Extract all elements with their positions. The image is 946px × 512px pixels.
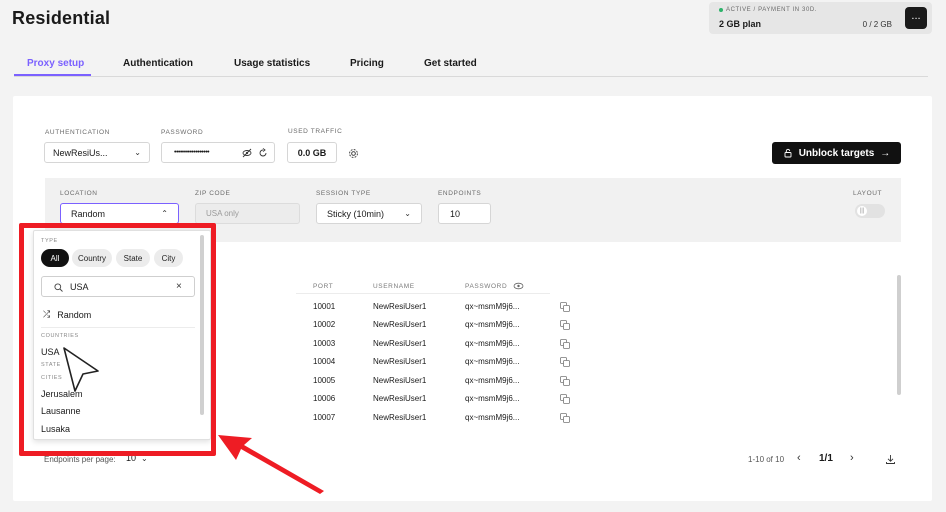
- unblock-targets-button[interactable]: Unblock targets →: [772, 142, 901, 164]
- page-indicator: 1/1: [819, 453, 833, 464]
- username-cell: NewResiUser1: [373, 394, 427, 403]
- used-traffic-value: 0.0 GB: [287, 142, 337, 163]
- unblock-targets-label: Unblock targets: [798, 147, 875, 159]
- copy-icon[interactable]: [560, 302, 570, 312]
- username-cell: NewResiUser1: [373, 413, 427, 422]
- password-cell: qx~msmM9j6...: [465, 339, 520, 348]
- location-label: LOCATION: [60, 190, 98, 197]
- layout-toggle[interactable]: |||: [855, 204, 885, 218]
- chevron-down-icon: ⌄: [134, 148, 141, 157]
- port-header: PORT: [313, 283, 334, 290]
- endpoints-label: ENDPOINTS: [438, 190, 482, 197]
- used-traffic-label: USED TRAFFIC: [288, 128, 343, 135]
- port-cell: 10002: [313, 320, 336, 329]
- session-type-label: SESSION TYPE: [316, 190, 371, 197]
- session-type-select[interactable]: Sticky (10min) ⌄: [316, 203, 422, 224]
- username-cell: NewResiUser1: [373, 320, 427, 329]
- eye-icon[interactable]: [513, 282, 524, 290]
- username-cell: NewResiUser1: [373, 357, 427, 366]
- table-row[interactable]: m 10005 NewResiUser1 qx~msmM9j6...: [200, 373, 600, 391]
- password-header: PASSWORD: [465, 283, 508, 290]
- username-cell: NewResiUser1: [373, 339, 427, 348]
- port-cell: 10005: [313, 376, 336, 385]
- port-cell: 10004: [313, 357, 336, 366]
- port-cell: 10001: [313, 302, 336, 311]
- password-cell: qx~msmM9j6...: [465, 357, 520, 366]
- table-header-divider: [296, 293, 550, 294]
- download-icon[interactable]: [885, 454, 896, 465]
- plan-usage: 0 / 2 GB: [862, 20, 892, 29]
- password-cell: qx~msmM9j6...: [465, 413, 520, 422]
- table-row[interactable]: m 10002 NewResiUser1 qx~msmM9j6...: [200, 317, 600, 335]
- plan-status: ACTIVE / PAYMENT IN 30D.: [719, 7, 817, 13]
- tab-authentication[interactable]: Authentication: [123, 58, 193, 69]
- session-type-value: Sticky (10min): [327, 208, 385, 219]
- port-cell: 10003: [313, 339, 336, 348]
- port-cell: 10007: [313, 413, 336, 422]
- table-body: m 10001 NewResiUser1 qx~msmM9j6... m 100…: [200, 299, 600, 434]
- copy-icon[interactable]: [560, 357, 570, 367]
- username-cell: NewResiUser1: [373, 376, 427, 385]
- password-cell: qx~msmM9j6...: [465, 376, 520, 385]
- password-cell: qx~msmM9j6...: [465, 394, 520, 403]
- table-row[interactable]: m 10003 NewResiUser1 qx~msmM9j6...: [200, 336, 600, 354]
- copy-icon[interactable]: [560, 376, 570, 386]
- page-title: Residential: [12, 8, 111, 28]
- password-value: ••••••••••••••••••: [174, 149, 210, 156]
- plan-status-text: ACTIVE / PAYMENT IN 30D.: [726, 7, 818, 13]
- active-tab-indicator: [14, 74, 91, 76]
- next-page-button[interactable]: ›: [850, 452, 854, 464]
- table-row[interactable]: m 10007 NewResiUser1 qx~msmM9j6...: [200, 410, 600, 428]
- copy-icon[interactable]: [560, 394, 570, 404]
- refresh-icon[interactable]: [258, 147, 268, 158]
- annotation-highlight-box: [19, 223, 216, 456]
- password-label: PASSWORD: [161, 129, 204, 136]
- layout-label: LAYOUT: [853, 190, 883, 197]
- table-row[interactable]: m 10006 NewResiUser1 qx~msmM9j6...: [200, 391, 600, 409]
- copy-icon[interactable]: [560, 339, 570, 349]
- lock-icon: [784, 148, 792, 158]
- password-cell: qx~msmM9j6...: [465, 320, 520, 329]
- chevron-down-icon: ⌄: [404, 209, 411, 218]
- arrow-right-icon: →: [880, 147, 891, 159]
- plan-name: 2 GB plan: [719, 19, 762, 29]
- table-row[interactable]: m 10001 NewResiUser1 qx~msmM9j6...: [200, 299, 600, 317]
- endpoints-input[interactable]: 10: [438, 203, 491, 224]
- table-scrollbar[interactable]: [897, 275, 901, 395]
- authentication-select[interactable]: NewResiUs... ⌄: [44, 142, 150, 163]
- location-select[interactable]: Random ⌃: [60, 203, 179, 224]
- table-row[interactable]: m 10004 NewResiUser1 qx~msmM9j6...: [200, 354, 600, 372]
- zip-code-input[interactable]: USA only: [195, 203, 300, 224]
- tab-get-started[interactable]: Get started: [424, 58, 477, 69]
- toggle-knob: |||: [857, 206, 867, 216]
- zip-code-label: ZIP CODE: [195, 190, 231, 197]
- authentication-label: AUTHENTICATION: [45, 129, 110, 136]
- port-cell: 10006: [313, 394, 336, 403]
- more-options-button[interactable]: ...: [905, 7, 927, 29]
- pagination-range: 1-10 of 10: [748, 455, 785, 464]
- status-dot-icon: [719, 8, 723, 12]
- gear-icon[interactable]: [348, 148, 359, 159]
- password-field[interactable]: ••••••••••••••••••: [161, 142, 275, 163]
- authentication-value: NewResiUs...: [53, 147, 108, 158]
- copy-icon[interactable]: [560, 413, 570, 423]
- location-value: Random: [71, 208, 106, 219]
- annotation-arrow-icon: [218, 435, 324, 494]
- previous-page-button[interactable]: ‹: [797, 452, 801, 464]
- tab-pricing[interactable]: Pricing: [350, 58, 384, 69]
- plan-card: ACTIVE / PAYMENT IN 30D. 2 GB plan 0 / 2…: [709, 2, 932, 34]
- endpoints-per-page-label: Endpoints per page:: [44, 455, 116, 464]
- tab-proxy-setup[interactable]: Proxy setup: [27, 58, 84, 69]
- password-cell: qx~msmM9j6...: [465, 302, 520, 311]
- copy-icon[interactable]: [560, 320, 570, 330]
- eye-off-icon[interactable]: [242, 148, 252, 158]
- username-cell: NewResiUser1: [373, 302, 427, 311]
- chevron-up-icon: ⌃: [161, 209, 168, 218]
- username-header: USERNAME: [373, 283, 415, 290]
- tab-bar: Proxy setup Authentication Usage statist…: [14, 52, 928, 77]
- tab-usage-statistics[interactable]: Usage statistics: [234, 58, 310, 69]
